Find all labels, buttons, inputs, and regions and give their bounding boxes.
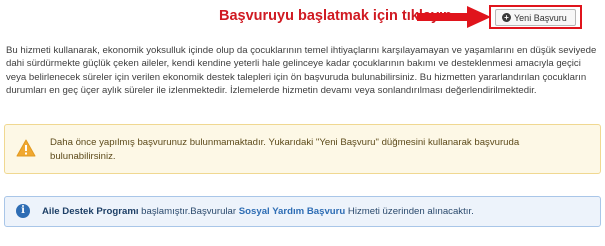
no-application-warning: Daha önce yapılmış başvurunuz bulunmamak…	[4, 124, 601, 174]
info-text-end: Hizmeti üzerinden alınacaktır.	[345, 206, 474, 217]
warning-text: Daha önce yapılmış başvurunuz bulunmamak…	[50, 137, 520, 162]
info-circle-icon: i	[16, 204, 30, 218]
info-text-middle: başlamıştır.Başvurular	[138, 206, 239, 217]
program-info-alert: i Aile Destek Programı başlamıştır.Başvu…	[4, 196, 601, 227]
info-text: Aile Destek Programı başlamıştır.Başvuru…	[42, 206, 474, 217]
plus-circle-icon: +	[502, 13, 511, 22]
service-description: Bu hizmeti kullanarak, ekonomik yoksullu…	[6, 45, 597, 96]
arrow-right-icon	[417, 6, 491, 28]
new-application-button[interactable]: + Yeni Başvuru	[495, 9, 576, 26]
top-bar: Başvuruyu başlatmak için tıklayın. + Yen…	[0, 0, 605, 36]
program-name: Aile Destek Programı	[42, 206, 139, 217]
social-aid-application-link[interactable]: Sosyal Yardım Başvuru	[239, 206, 345, 217]
warning-triangle-icon	[16, 139, 36, 157]
new-application-button-label: Yeni Başvuru	[514, 12, 567, 23]
